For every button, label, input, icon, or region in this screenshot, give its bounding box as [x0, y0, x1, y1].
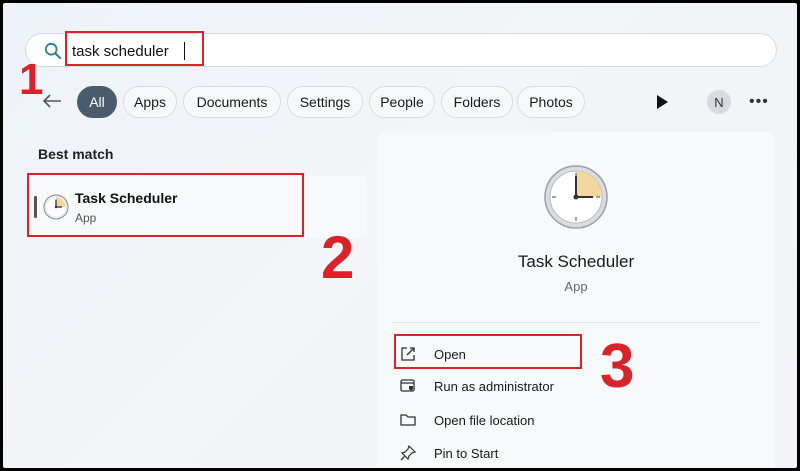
annotation-step-2: 2	[321, 224, 355, 291]
filter-chip-photos[interactable]: Photos	[517, 86, 585, 118]
avatar[interactable]: N	[707, 90, 731, 114]
action-label: Pin to Start	[434, 445, 499, 461]
clock-icon	[544, 165, 608, 229]
filter-chip-apps[interactable]: Apps	[123, 86, 177, 118]
filter-chip-all[interactable]: All	[77, 86, 117, 118]
shield-admin-icon	[400, 379, 415, 392]
annotation-box-result	[27, 173, 304, 237]
pin-icon	[400, 444, 417, 461]
filter-chip-people[interactable]: People	[369, 86, 435, 118]
play-icon[interactable]	[655, 94, 669, 110]
divider	[391, 322, 761, 323]
action-open-file-location[interactable]: Open file location	[399, 407, 739, 433]
search-window: 1 All Apps Documents Settings People Fol…	[3, 3, 797, 468]
back-arrow-icon[interactable]	[41, 92, 63, 110]
detail-subtitle: App	[564, 279, 588, 294]
action-pin-to-start[interactable]: Pin to Start	[399, 440, 739, 466]
action-label: Open file location	[434, 412, 535, 428]
annotation-box-open	[394, 334, 582, 369]
best-match-heading: Best match	[38, 146, 114, 162]
annotation-step-1: 1	[19, 55, 44, 104]
annotation-step-3: 3	[600, 332, 635, 401]
action-label: Run as administrator	[434, 378, 554, 394]
search-icon	[44, 42, 62, 60]
filter-chip-folders[interactable]: Folders	[441, 86, 513, 118]
folder-icon	[400, 414, 416, 426]
detail-title: Task Scheduler	[517, 252, 635, 271]
filter-chip-settings[interactable]: Settings	[287, 86, 363, 118]
annotation-box-search	[65, 31, 204, 66]
detail-panel: Task Scheduler App Open Run as administr…	[377, 132, 775, 468]
more-options-icon[interactable]: •••	[749, 93, 769, 111]
action-run-as-administrator[interactable]: Run as administrator	[399, 373, 739, 399]
filter-chip-documents[interactable]: Documents	[183, 86, 281, 118]
